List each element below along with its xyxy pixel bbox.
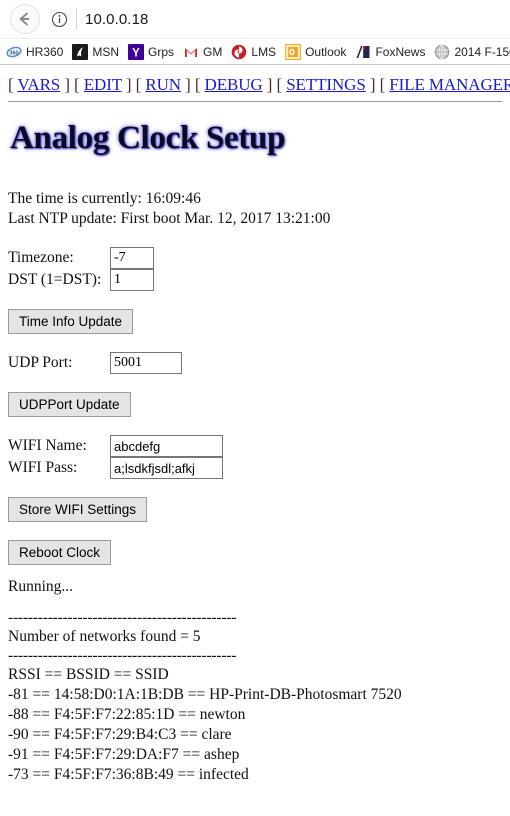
running-status-text: Running...	[8, 578, 74, 595]
sidebar-item-debug[interactable]: DEBUG	[205, 75, 263, 94]
browser-chrome: 10.0.0.18 360 HR360 MSN Y Grps GM LMS Ou…	[0, 0, 510, 65]
bookmark-label: GM	[203, 44, 223, 59]
nav-bracket-close: ]	[64, 75, 70, 94]
sidebar-item-edit[interactable]: EDIT	[84, 75, 122, 94]
current-time-text: The time is currently: 16:09:46	[8, 190, 201, 207]
dst-row: DST (1=DST):	[8, 269, 502, 291]
sidebar-item-run[interactable]: RUN	[145, 75, 181, 94]
bookmark-hr360[interactable]: 360 HR360	[6, 43, 64, 60]
svg-text:360: 360	[9, 50, 18, 56]
nav-bracket-close: ]	[369, 75, 376, 94]
info-circle-icon[interactable]	[46, 6, 72, 32]
bookmark-outlook[interactable]: Outlook	[285, 43, 347, 60]
wifi-pass-row: WIFI Pass:	[8, 457, 502, 479]
yahoo-groups-favicon: Y	[128, 43, 145, 60]
nav-bracket-close: ]	[125, 75, 132, 94]
bookmark-grps[interactable]: Y Grps	[128, 43, 175, 60]
page-title: Analog Clock Setup	[10, 120, 286, 156]
url-divider	[76, 8, 77, 30]
scan-divider-bottom: ----------------------------------------…	[8, 647, 237, 664]
bookmark-foxnews[interactable]: FoxNews	[355, 43, 426, 60]
gmail-favicon	[183, 43, 200, 60]
scan-divider-top: ----------------------------------------…	[8, 609, 237, 626]
dst-label: DST (1=DST):	[8, 271, 102, 288]
nav-bracket-open: [	[379, 75, 386, 94]
list-item: -81 == 14:58:D0:1A:1B:DB == HP-Print-DB-…	[8, 686, 402, 703]
udp-port-label: UDP Port:	[8, 354, 73, 371]
bookmark-label: FoxNews	[375, 44, 426, 59]
sidebar-item-vars[interactable]: VARS	[17, 75, 60, 94]
nav-bracket-open: [	[8, 75, 14, 94]
wifi-name-row: WIFI Name:	[8, 435, 502, 457]
bookmark-2014-f150[interactable]: 2014 F-150	[434, 44, 510, 60]
back-arrow-icon[interactable]	[10, 4, 40, 34]
bookmark-gm[interactable]: GM	[183, 43, 223, 60]
svg-text:Y: Y	[132, 47, 140, 59]
list-item: -91 == F4:5F:F7:29:DA:F7 == ashep	[8, 746, 240, 763]
bookmark-label: Grps	[148, 44, 175, 59]
last-ntp-update-text: Last NTP update: First boot Mar. 12, 201…	[8, 210, 331, 227]
network-count-text: Number of networks found = 5	[8, 628, 201, 645]
list-item: -90 == F4:5F:F7:29:B4:C3 == clare	[8, 726, 232, 743]
time-status-block: The time is currently: 16:09:46 Last NTP…	[8, 189, 502, 229]
lms-favicon	[232, 44, 247, 59]
wifi-name-label: WIFI Name:	[8, 437, 87, 454]
nav-divider	[8, 101, 502, 102]
bookmark-label: LMS	[251, 44, 277, 59]
timezone-input[interactable]	[110, 247, 154, 269]
nav-bracket-open: [	[276, 75, 283, 94]
timezone-label: Timezone:	[8, 249, 74, 266]
sidebar-item-settings[interactable]: SETTINGS	[286, 75, 366, 94]
nav-bracket-open: [	[194, 75, 201, 94]
timezone-row: Timezone:	[8, 247, 502, 269]
nav-bracket-open: [	[135, 75, 142, 94]
foxnews-favicon	[355, 43, 372, 60]
globe-favicon	[435, 44, 450, 59]
nav-bracket-close: ]	[185, 75, 191, 94]
bookmarks-bar: 360 HR360 MSN Y Grps GM LMS Outlook FoxN…	[0, 38, 510, 64]
udp-port-row: UDP Port:	[8, 352, 502, 374]
msn-favicon	[72, 43, 89, 60]
nav-links: [ VARS ] [ EDIT ] [ RUN ] [ DEBUG ] [ SE…	[8, 65, 510, 95]
page-content: [ VARS ] [ EDIT ] [ RUN ] [ DEBUG ] [ SE…	[0, 65, 510, 816]
sidebar-item-file-manager[interactable]: FILE MANAGER	[389, 75, 510, 94]
bookmark-label: 2014 F-150	[454, 44, 510, 59]
reboot-clock-button[interactable]: Reboot Clock	[8, 540, 112, 565]
nav-bracket-open: [	[74, 75, 80, 94]
bookmark-label: MSN	[92, 44, 120, 59]
dst-input[interactable]	[110, 269, 154, 291]
list-item: -88 == F4:5F:F7:22:85:1D == newton	[8, 706, 246, 723]
address-bar: 10.0.0.18	[0, 0, 510, 38]
bookmark-label: Outlook	[305, 44, 347, 59]
udp-port-update-button[interactable]: UDPPort Update	[8, 392, 131, 417]
wifi-pass-label: WIFI Pass:	[8, 459, 78, 476]
hr360-favicon: 360	[6, 43, 22, 60]
bookmark-msn[interactable]: MSN	[72, 43, 120, 60]
time-info-update-button[interactable]: Time Info Update	[8, 309, 134, 334]
store-wifi-settings-button[interactable]: Store WIFI Settings	[8, 497, 148, 522]
udp-port-input[interactable]	[110, 352, 182, 374]
list-item: -73 == F4:5F:F7:36:8B:49 == infected	[8, 766, 249, 783]
bookmark-label: HR360	[26, 44, 64, 59]
outlook-favicon	[285, 43, 302, 60]
nav-bracket-close: ]	[266, 75, 273, 94]
network-table-header: RSSI == BSSID == SSID	[8, 666, 169, 683]
wifi-name-input[interactable]	[110, 435, 223, 457]
url-input[interactable]: 10.0.0.18	[85, 11, 148, 28]
bookmark-lms[interactable]: LMS	[231, 44, 276, 60]
wifi-pass-input[interactable]	[110, 457, 223, 479]
